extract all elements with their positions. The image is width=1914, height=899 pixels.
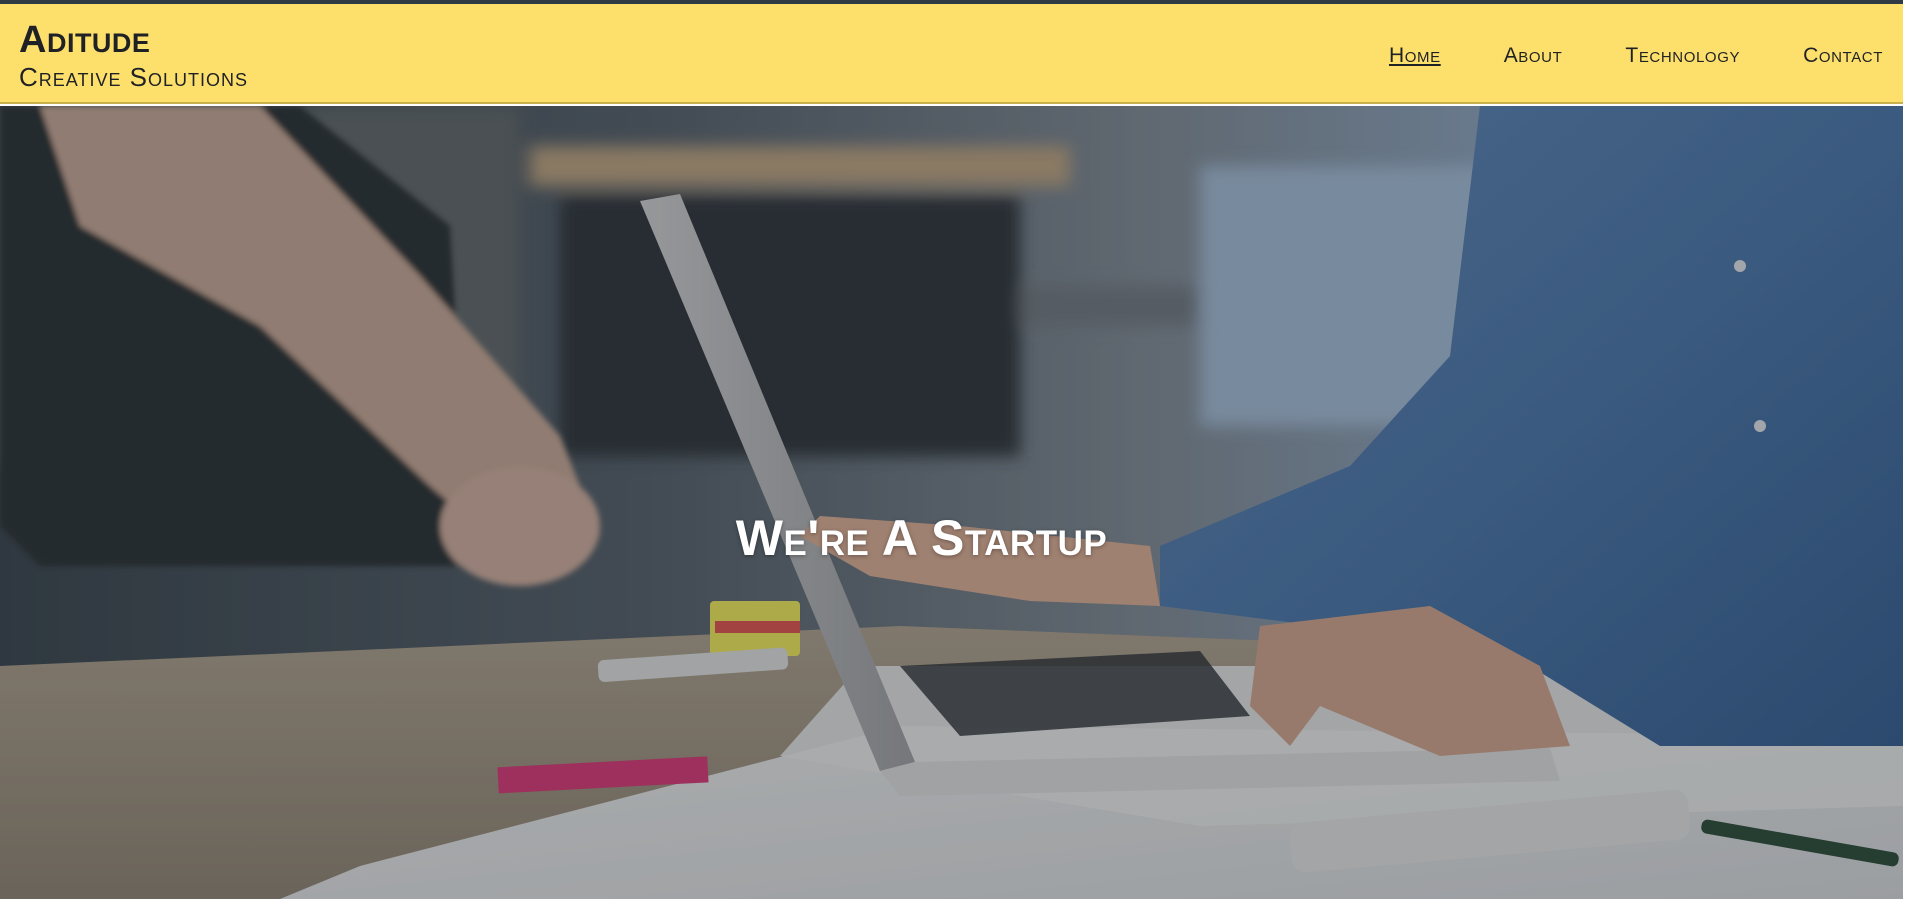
brand-name: Aditude [19,19,151,61]
page-gutter [1903,0,1914,899]
hero-overlay [0,106,1903,899]
nav-technology-link[interactable]: Technology [1625,42,1740,70]
page: Aditude Creative Solutions Home About Te… [0,0,1914,899]
nav-contact-link[interactable]: Contact [1803,42,1883,70]
main-nav: Home About Technology Contact [1326,42,1883,70]
site-header: Aditude Creative Solutions Home About Te… [0,4,1903,104]
website: Aditude Creative Solutions Home About Te… [0,0,1903,899]
hero-title: We're A Startup [735,509,1108,566]
nav-about-link[interactable]: About [1504,42,1563,70]
hero-section: We're A Startup [0,106,1903,899]
nav-home-link[interactable]: Home [1389,42,1441,70]
brand-tagline: Creative Solutions [19,62,249,92]
brand[interactable]: Aditude Creative Solutions [19,18,248,92]
